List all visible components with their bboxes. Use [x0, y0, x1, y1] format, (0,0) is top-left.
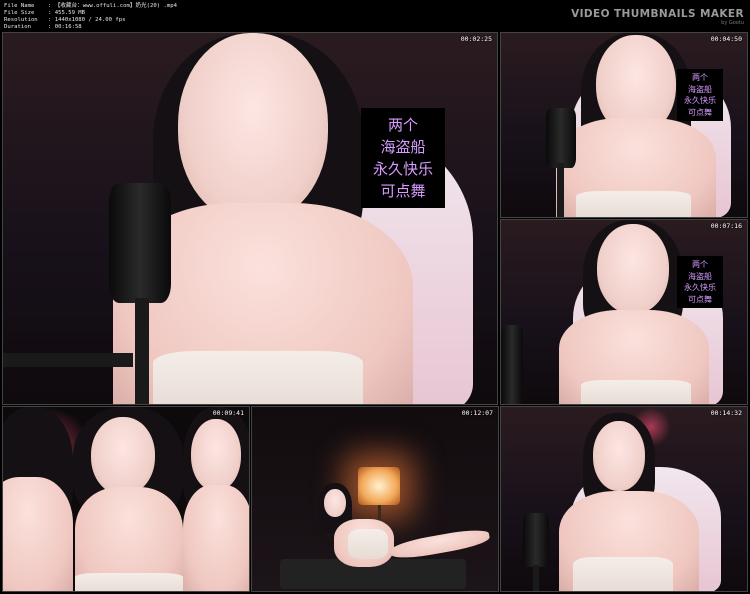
- dress: [75, 573, 183, 591]
- video-frame: [3, 407, 249, 591]
- caption-line: 两个: [692, 260, 708, 269]
- dress: [153, 351, 363, 404]
- dress: [581, 380, 691, 404]
- dress: [576, 191, 691, 217]
- brand-subtitle: by Gootu: [721, 20, 744, 26]
- thumbnail-5[interactable]: 00:12:07: [251, 406, 499, 592]
- caption-line: 可点舞: [688, 294, 712, 304]
- timestamp: 00:02:25: [460, 35, 492, 43]
- dress: [573, 557, 673, 591]
- mic-arm: [3, 353, 133, 367]
- meta-value: : 1440x1080 / 24.00 fps: [48, 17, 126, 23]
- meta-row-duration: Duration : 00:16:58: [4, 24, 177, 31]
- thumbnail-3[interactable]: 两个 海盗船 永久快乐 可点舞 00:07:16: [500, 219, 748, 405]
- caption-line: 两个: [692, 73, 708, 82]
- microphone: [109, 183, 171, 303]
- caption-line: 海盗船: [380, 138, 426, 156]
- meta-key: File Size: [4, 10, 35, 16]
- timestamp: 00:07:16: [710, 222, 742, 230]
- floor-lamp: [358, 467, 400, 505]
- mic-stand: [533, 565, 539, 591]
- torso: [183, 485, 249, 591]
- timestamp: 00:14:32: [710, 409, 742, 417]
- microphone: [523, 513, 549, 567]
- meta-key: File Name: [4, 3, 35, 9]
- microphone: [501, 325, 523, 404]
- face: [324, 489, 346, 517]
- legs: [389, 526, 491, 562]
- video-frame: [252, 407, 498, 591]
- brand-logo: VIDEO THUMBNAILS MAKER by Gootu: [571, 8, 744, 26]
- meta-value: : 00:16:58: [48, 24, 82, 30]
- meta-key: Duration: [4, 24, 31, 30]
- timestamp: 00:09:41: [212, 409, 244, 417]
- face: [597, 224, 669, 314]
- file-metadata: File Name : 【收藏台：www.offuli.com】奶光(20) .m…: [4, 3, 177, 31]
- caption-line: 永久快乐: [372, 160, 433, 178]
- caption-line: 两个: [387, 116, 418, 134]
- face: [178, 33, 328, 223]
- meta-row-resolution: Resolution : 1440x1080 / 24.00 fps: [4, 17, 177, 24]
- thumbnail-1[interactable]: 两个 海盗船 永久快乐 可点舞 00:02:25: [2, 32, 498, 405]
- face: [593, 421, 645, 491]
- meta-value: : 【收藏台：www.offuli.com】奶光(20) .mp4: [48, 3, 177, 9]
- meta-value: : 455.59 MB: [48, 10, 86, 16]
- video-frame: 两个 海盗船 永久快乐 可点舞: [501, 220, 747, 404]
- face: [91, 417, 155, 495]
- caption-line: 可点舞: [688, 107, 712, 117]
- timestamp: 00:12:07: [461, 409, 493, 417]
- thumbnail-6[interactable]: 00:14:32: [500, 406, 748, 592]
- overlay-caption: 两个 海盗船 永久快乐 可点舞: [361, 108, 445, 208]
- meta-row-file-size: File Size : 455.59 MB: [4, 10, 177, 17]
- video-frame: [501, 407, 747, 591]
- timestamp: 00:04:50: [710, 35, 742, 43]
- meta-key: Resolution: [4, 17, 38, 23]
- brand-title: VIDEO THUMBNAILS MAKER: [571, 8, 744, 20]
- face: [191, 419, 241, 491]
- meta-row-file-name: File Name : 【收藏台：www.offuli.com】奶光(20) .m…: [4, 3, 177, 10]
- microphone: [546, 108, 576, 168]
- mic-stand: [135, 298, 149, 404]
- video-frame: 两个 海盗船 永久快乐 可点舞: [3, 33, 497, 404]
- caption-line: 永久快乐: [684, 96, 716, 105]
- dress: [348, 529, 388, 559]
- overlay-caption: 两个 海盗船 永久快乐 可点舞: [677, 256, 723, 308]
- overlay-caption: 两个 海盗船 永久快乐 可点舞: [677, 69, 723, 121]
- caption-line: 永久快乐: [684, 283, 716, 292]
- info-header: File Name : 【收藏台：www.offuli.com】奶光(20) .m…: [0, 0, 750, 32]
- mic-stand: [557, 163, 564, 217]
- thumbnail-4[interactable]: 00:09:41: [2, 406, 250, 592]
- video-frame: 两个 海盗船 永久快乐 可点舞: [501, 33, 747, 217]
- caption-line: 可点舞: [380, 182, 426, 200]
- torso: [3, 477, 73, 591]
- thumbnail-2[interactable]: 两个 海盗船 永久快乐 可点舞 00:04:50: [500, 32, 748, 218]
- caption-line: 海盗船: [688, 84, 712, 94]
- caption-line: 海盗船: [688, 271, 712, 281]
